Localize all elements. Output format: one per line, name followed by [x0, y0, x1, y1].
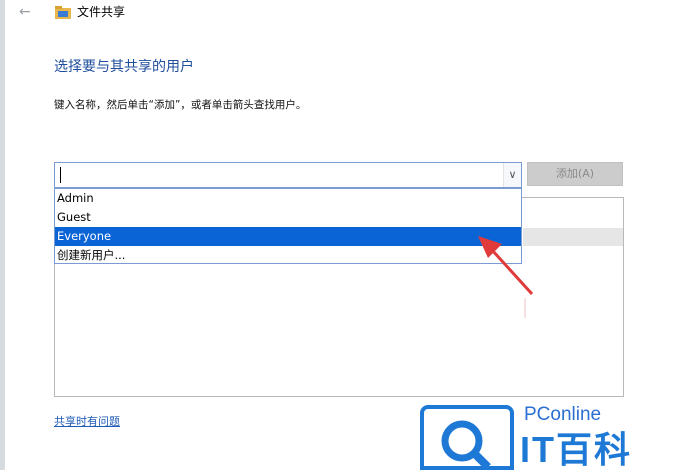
dropdown-item-guest[interactable]: Guest: [55, 208, 521, 227]
dropdown-item-create-new-user[interactable]: 创建新用户...: [55, 246, 521, 265]
annotation-arrow-icon: [478, 236, 534, 318]
back-arrow-icon[interactable]: ←: [19, 4, 31, 20]
folder-share-icon: [55, 6, 71, 19]
watermark-logo-box: [420, 405, 514, 470]
dropdown-item-admin[interactable]: Admin: [55, 189, 521, 208]
window-title: 文件共享: [77, 5, 126, 19]
add-button[interactable]: 添加(A): [527, 162, 623, 186]
magnifier-icon: [441, 420, 491, 470]
title-bar: ← 文件共享: [5, 0, 700, 26]
instruction-text: 键入名称，然后单击“添加”，或者单击箭头查找用户。: [54, 99, 307, 111]
watermark-brand: PConline: [524, 404, 602, 425]
watermark-text: IT百科: [520, 429, 632, 470]
chevron-down-icon[interactable]: ∨: [503, 163, 521, 187]
window-left-edge: [0, 0, 5, 470]
dropdown-item-everyone[interactable]: Everyone: [55, 227, 521, 246]
user-dropdown-list[interactable]: Admin Guest Everyone 创建新用户...: [54, 188, 522, 264]
text-caret: [60, 167, 61, 183]
page-heading: 选择要与其共享的用户: [54, 59, 194, 75]
sharing-trouble-link[interactable]: 共享时有问题: [54, 415, 120, 429]
user-name-combobox[interactable]: ∨: [54, 162, 522, 188]
